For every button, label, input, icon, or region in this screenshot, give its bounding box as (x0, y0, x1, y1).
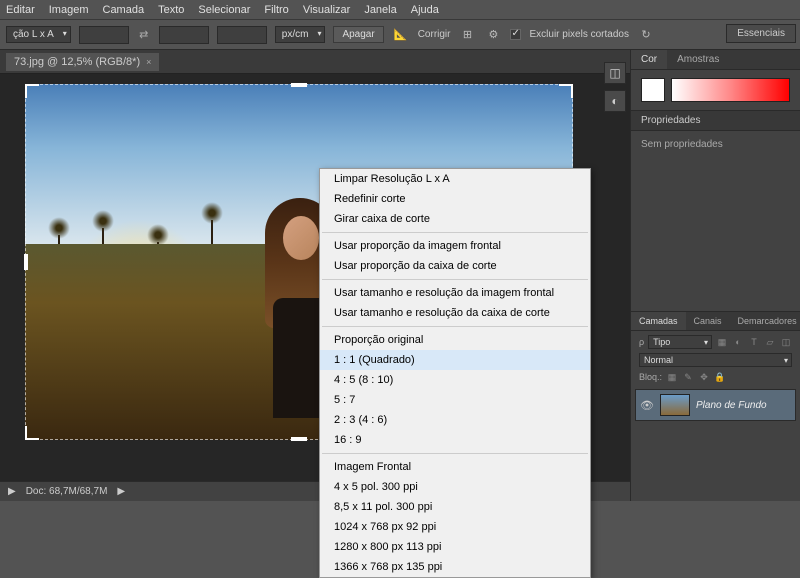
reset-icon[interactable]: ↻ (637, 26, 655, 44)
filter-type-icon[interactable]: T (748, 336, 760, 348)
menu-bar: Editar Imagem Camada Texto Selecionar Fi… (0, 0, 800, 20)
properties-content: Sem propriedades (631, 131, 800, 311)
ctx-use-front-size[interactable]: Usar tamanho e resolução da imagem front… (320, 283, 590, 303)
ctx-sep (322, 279, 588, 280)
ctx-ratio-2-3[interactable]: 2 : 3 (4 : 6) (320, 410, 590, 430)
menu-editar[interactable]: Editar (6, 4, 35, 16)
filter-pixel-icon[interactable]: ▦ (716, 336, 728, 348)
document-tab[interactable]: 73.jpg @ 12,5% (RGB/8*) × (6, 53, 159, 71)
tab-paths[interactable]: Demarcadores (730, 312, 800, 330)
ctx-front-image-header[interactable]: Imagem Frontal (320, 457, 590, 477)
lock-pixels-icon[interactable]: ✎ (682, 371, 694, 383)
ctx-ratio-16-9[interactable]: 16 : 9 (320, 430, 590, 450)
ctx-preset-letter[interactable]: 8,5 x 11 pol. 300 ppi (320, 497, 590, 517)
tab-swatches[interactable]: Amostras (667, 50, 729, 69)
tab-layers[interactable]: Camadas (631, 312, 686, 330)
menu-camada[interactable]: Camada (103, 4, 145, 16)
ctx-sep (322, 326, 588, 327)
visibility-icon[interactable]: 👁 (640, 399, 654, 412)
history-panel-icon[interactable]: ◫ (604, 62, 626, 84)
ctx-sep (322, 453, 588, 454)
ctx-use-crop-size[interactable]: Usar tamanho e resolução da caixa de cor… (320, 303, 590, 323)
layer-thumbnail[interactable] (660, 394, 690, 416)
ctx-preset-1024[interactable]: 1024 x 768 px 92 ppi (320, 517, 590, 537)
ctx-use-front-ratio[interactable]: Usar proporção da imagem frontal (320, 236, 590, 256)
layer-row[interactable]: 👁 Plano de Fundo (636, 390, 795, 420)
right-panels: Cor Amostras Propriedades Sem propriedad… (630, 50, 800, 501)
lock-position-icon[interactable]: ✥ (698, 371, 710, 383)
document-tab-label: 73.jpg @ 12,5% (RGB/8*) (14, 56, 140, 68)
menu-ajuda[interactable]: Ajuda (411, 4, 439, 16)
crop-resolution-input[interactable] (217, 26, 267, 44)
options-bar: ção L x A ⇄ px/cm Apagar 📐 Corrigir ⊞ ⚙ … (0, 20, 800, 50)
menu-texto[interactable]: Texto (158, 4, 184, 16)
ctx-use-crop-ratio[interactable]: Usar proporção da caixa de corte (320, 256, 590, 276)
delete-cropped-checkbox[interactable] (510, 29, 521, 40)
filter-label: ρ (639, 337, 644, 347)
tab-color[interactable]: Cor (631, 50, 667, 69)
blend-mode-dropdown[interactable]: Normal (639, 353, 792, 367)
settings-icon[interactable]: ⚙ (484, 26, 502, 44)
color-spectrum[interactable] (671, 78, 790, 102)
straighten-icon[interactable]: 📐 (392, 26, 410, 44)
menu-janela[interactable]: Janela (364, 4, 396, 16)
menu-visualizar[interactable]: Visualizar (303, 4, 351, 16)
status-arrow2-icon[interactable]: ▶ (117, 486, 125, 497)
lock-label: Bloq.: (639, 372, 662, 382)
unit-dropdown[interactable]: px/cm (275, 26, 326, 43)
ctx-ratio-4-5[interactable]: 4 : 5 (8 : 10) (320, 370, 590, 390)
layer-controls: ρ Tipo ▦ ◐ T ▱ ◫ Normal Bloq.: ▦ ✎ ✥ 🔒 (631, 331, 800, 387)
lock-all-icon[interactable]: 🔒 (714, 371, 726, 383)
crop-ratio-preset[interactable]: ção L x A (6, 26, 71, 43)
menu-imagem[interactable]: Imagem (49, 4, 89, 16)
color-panel (631, 70, 800, 110)
layers-panel-tabs: Camadas Canais Demarcadores (631, 311, 800, 331)
crop-width-input[interactable] (79, 26, 129, 44)
ctx-original-ratio[interactable]: Proporção original (320, 330, 590, 350)
ctx-preset-1366[interactable]: 1366 x 768 px 135 ppi (320, 557, 590, 577)
ctx-reset-crop[interactable]: Redefinir corte (320, 189, 590, 209)
status-arrow-icon[interactable]: ▶ (8, 486, 16, 497)
crop-height-input[interactable] (159, 26, 209, 44)
ctx-rotate-crop[interactable]: Girar caixa de corte (320, 209, 590, 229)
collapsed-panels: ◫ ◐ (600, 56, 630, 118)
status-doc-size[interactable]: Doc: 68,7M/68,7M (26, 486, 108, 497)
filter-adjust-icon[interactable]: ◐ (732, 336, 744, 348)
layer-list: 👁 Plano de Fundo (635, 389, 796, 421)
lock-transparent-icon[interactable]: ▦ (666, 371, 678, 383)
workspace-dropdown[interactable]: Essenciais (726, 24, 796, 43)
tab-channels[interactable]: Canais (686, 312, 730, 330)
color-panel-tabs: Cor Amostras (631, 50, 800, 70)
close-tab-icon[interactable]: × (146, 57, 151, 67)
ctx-clear-resolution[interactable]: Limpar Resolução L x A (320, 169, 590, 189)
foreground-color[interactable] (641, 78, 665, 102)
filter-shape-icon[interactable]: ▱ (764, 336, 776, 348)
clear-button[interactable]: Apagar (333, 26, 383, 43)
delete-cropped-label: Excluir pixels cortados (529, 29, 628, 40)
layer-name[interactable]: Plano de Fundo (696, 400, 767, 411)
menu-selecionar[interactable]: Selecionar (198, 4, 250, 16)
ctx-ratio-1-1[interactable]: 1 : 1 (Quadrado) (320, 350, 590, 370)
menu-filtro[interactable]: Filtro (264, 4, 288, 16)
ctx-preset-4x5[interactable]: 4 x 5 pol. 300 ppi (320, 477, 590, 497)
brush-panel-icon[interactable]: ◐ (604, 90, 626, 112)
ctx-preset-1280[interactable]: 1280 x 800 px 113 ppi (320, 537, 590, 557)
layer-filter-dropdown[interactable]: Tipo (648, 335, 712, 349)
ctx-ratio-5-7[interactable]: 5 : 7 (320, 390, 590, 410)
overlay-icon[interactable]: ⊞ (458, 26, 476, 44)
swap-icon[interactable]: ⇄ (137, 28, 151, 42)
crop-context-menu: Limpar Resolução L x A Redefinir corte G… (319, 168, 591, 578)
straighten-label: Corrigir (418, 29, 451, 40)
ctx-sep (322, 232, 588, 233)
filter-smart-icon[interactable]: ◫ (780, 336, 792, 348)
properties-header[interactable]: Propriedades (631, 110, 800, 131)
